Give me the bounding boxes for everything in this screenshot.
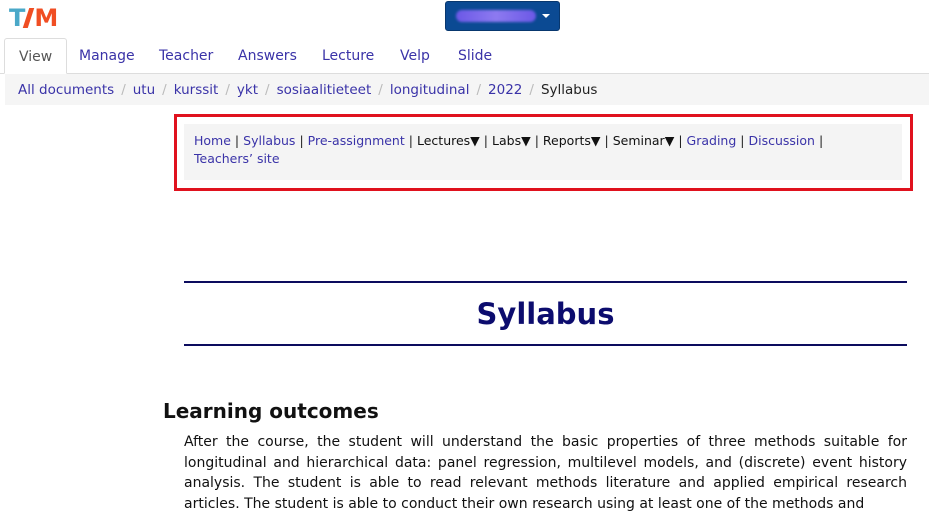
breadcrumb-separator: / xyxy=(529,81,534,98)
tab-manage[interactable]: Manage xyxy=(65,38,149,74)
nav-separator: | xyxy=(483,133,489,148)
nav-separator: | xyxy=(818,133,824,148)
course-nav-seminar-dropdown[interactable]: Seminar▼ xyxy=(613,133,675,148)
course-nav-lectures-dropdown[interactable]: Lectures▼ xyxy=(417,133,480,148)
breadcrumb-current: Syllabus xyxy=(540,81,598,98)
breadcrumb-separator: / xyxy=(378,81,383,98)
caret-down-icon xyxy=(541,14,550,18)
course-nav-syllabus[interactable]: Syllabus xyxy=(243,133,295,148)
nav-separator: | xyxy=(299,133,304,148)
breadcrumb-utu[interactable]: utu xyxy=(133,82,155,98)
top-bar: T M xyxy=(0,0,929,36)
view-tabs: View Manage Teacher Answers Lecture Velp… xyxy=(0,36,929,74)
breadcrumb: All documents / utu / kurssit / ykt / so… xyxy=(5,74,929,105)
breadcrumb-separator: / xyxy=(162,81,167,98)
course-nav-grading[interactable]: Grading xyxy=(687,133,737,148)
tab-lecture[interactable]: Lecture xyxy=(308,38,388,74)
course-nav-pre-assignment[interactable]: Pre-assignment xyxy=(308,133,405,148)
nav-separator: | xyxy=(408,133,413,148)
page-title: Syllabus xyxy=(476,297,615,331)
nav-separator: | xyxy=(534,133,539,148)
breadcrumb-kurssit[interactable]: kurssit xyxy=(174,82,219,98)
breadcrumb-ykt[interactable]: ykt xyxy=(237,82,258,98)
breadcrumb-separator: / xyxy=(476,81,482,98)
redacted-username xyxy=(455,10,536,22)
breadcrumb-all-documents[interactable]: All documents xyxy=(18,82,114,98)
user-menu-button[interactable] xyxy=(445,1,560,31)
logo-slash xyxy=(23,8,35,28)
section-body-paragraph: After the course, the student will under… xyxy=(184,434,907,512)
title-rule-top xyxy=(184,281,907,283)
course-nav-labs-dropdown[interactable]: Labs▼ xyxy=(492,133,531,148)
breadcrumb-2022[interactable]: 2022 xyxy=(488,82,522,98)
section-heading-learning-outcomes: Learning outcomes xyxy=(163,399,379,423)
breadcrumb-separator: / xyxy=(225,81,230,98)
course-nav: Home | Syllabus | Pre-assignment | Lectures▼ | L… xyxy=(184,124,902,180)
logo-letter-m: M xyxy=(34,4,59,32)
nav-separator: | xyxy=(678,133,683,148)
breadcrumb-longitudinal[interactable]: longitudinal xyxy=(390,82,470,98)
tab-view[interactable]: View xyxy=(4,38,68,74)
tab-answers[interactable]: Answers xyxy=(224,38,311,74)
nav-separator: | xyxy=(604,133,609,148)
course-nav-home[interactable]: Home xyxy=(194,133,231,148)
course-nav-teachers-site[interactable]: Teachers’ site xyxy=(194,151,280,166)
title-rule-bottom xyxy=(184,344,907,346)
tab-teacher[interactable]: Teacher xyxy=(145,38,227,74)
course-nav-reports-dropdown[interactable]: Reports▼ xyxy=(543,133,601,148)
tim-logo[interactable]: T M xyxy=(9,4,59,32)
tab-slide[interactable]: Slide xyxy=(444,38,506,74)
course-nav-discussion[interactable]: Discussion xyxy=(749,133,815,148)
breadcrumb-separator: / xyxy=(121,81,126,98)
nav-separator: | xyxy=(234,133,240,148)
nav-separator: | xyxy=(740,133,745,148)
tab-velp[interactable]: Velp xyxy=(386,38,444,74)
breadcrumb-sosiaalitieteet[interactable]: sosiaalitieteet xyxy=(277,82,372,98)
breadcrumb-separator: / xyxy=(265,81,270,98)
